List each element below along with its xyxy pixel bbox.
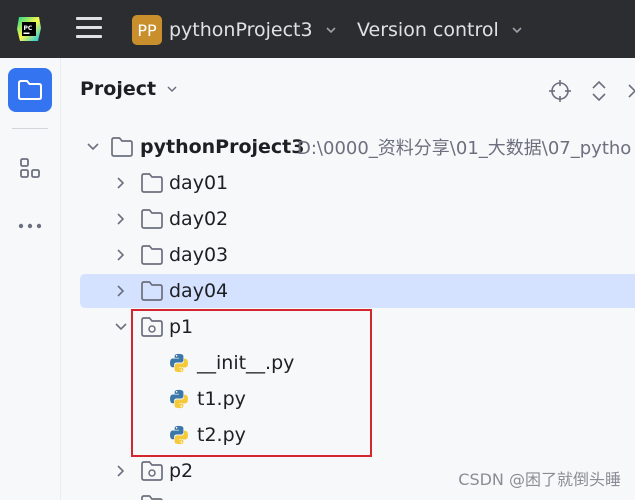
- tree-item-t2-py[interactable]: t2.py: [80, 418, 635, 452]
- tree-item-label: day02: [169, 208, 229, 230]
- folder-icon: [141, 495, 163, 500]
- close-panel-button[interactable]: [622, 78, 635, 104]
- folder-icon: [18, 80, 42, 100]
- package-folder-icon: [141, 317, 163, 337]
- expand-collapse-button[interactable]: [586, 78, 612, 104]
- python-file-icon: [170, 425, 188, 445]
- python-file-icon: [170, 389, 188, 409]
- project-tool-window: Project pythonProject3 D:\0000_资料分享\01_大…: [62, 58, 635, 500]
- chevron-right-icon[interactable]: [114, 284, 128, 298]
- more-tools-button[interactable]: [8, 204, 52, 248]
- tree-item-label: t2.py: [197, 424, 246, 446]
- strip-divider: [12, 128, 48, 129]
- chevron-right-icon[interactable]: [114, 248, 128, 262]
- menu-icon-bar: [76, 17, 102, 20]
- title-bar: PC PP pythonProject3 Version control: [0, 0, 635, 58]
- chevron-down-icon: [325, 27, 336, 34]
- tree-item-day01[interactable]: day01: [80, 166, 635, 200]
- project-switcher[interactable]: PP pythonProject3: [132, 15, 337, 45]
- tree-item-day03[interactable]: day03: [80, 238, 635, 272]
- tree-item-label: day04: [169, 280, 229, 302]
- tree-item-day02[interactable]: day02: [80, 202, 635, 236]
- folder-icon: [141, 281, 163, 301]
- project-name: pythonProject3: [169, 19, 313, 41]
- tree-item-label: t1.py: [197, 388, 246, 410]
- tree-item-partial[interactable]: [80, 490, 635, 500]
- tree-item-label: day01: [169, 172, 229, 194]
- python-file-icon: [170, 353, 188, 373]
- project-badge: PP: [132, 15, 162, 45]
- tool-window-strip: [0, 58, 61, 500]
- expand-collapse-icon: [592, 80, 606, 102]
- project-tool-button[interactable]: [8, 68, 52, 112]
- crosshair-icon: [549, 80, 571, 102]
- chevron-down-icon: [167, 86, 177, 93]
- watermark: CSDN @困了就倒头睡: [458, 470, 621, 489]
- tree-item-label: p2: [169, 460, 194, 482]
- tree-item-label: __init__.py: [197, 352, 295, 374]
- chevron-right-icon[interactable]: [114, 464, 128, 478]
- panel-header: Project: [62, 58, 635, 122]
- version-control-label: Version control: [357, 19, 499, 41]
- package-folder-icon: [141, 461, 163, 481]
- tree-root-row[interactable]: pythonProject3 D:\0000_资料分享\01_大数据\07_py…: [80, 130, 635, 164]
- menu-icon-bar: [76, 26, 102, 29]
- tree-item-p1[interactable]: p1: [80, 310, 635, 344]
- folder-icon: [141, 245, 163, 265]
- pycharm-logo-icon[interactable]: PC: [16, 16, 42, 42]
- folder-icon: [111, 137, 133, 157]
- structure-tool-button[interactable]: [8, 146, 52, 190]
- chevron-right-icon[interactable]: [114, 212, 128, 226]
- main-menu-button[interactable]: [76, 17, 102, 41]
- tree-root-path: D:\0000_资料分享\01_大数据\07_pytho: [297, 138, 632, 159]
- panel-title: Project: [80, 78, 157, 100]
- app-logo-text: PC: [24, 25, 33, 32]
- close-icon: [628, 84, 635, 98]
- structure-icon: [20, 158, 40, 178]
- version-control-menu[interactable]: Version control: [357, 15, 523, 45]
- menu-icon-bar: [76, 35, 102, 38]
- tree-item-label: p1: [169, 316, 194, 338]
- folder-icon: [141, 173, 163, 193]
- locate-file-button[interactable]: [547, 78, 573, 104]
- project-view-dropdown[interactable]: Project: [80, 78, 178, 100]
- tree-item-day04[interactable]: day04: [80, 274, 635, 308]
- tree-item-t1-py[interactable]: t1.py: [80, 382, 635, 416]
- folder-icon: [141, 209, 163, 229]
- tree-root-label: pythonProject3: [140, 136, 305, 158]
- chevron-right-icon[interactable]: [114, 176, 128, 190]
- more-dots-icon: [18, 223, 42, 229]
- chevron-down-icon[interactable]: [114, 320, 128, 334]
- tree-item-label: day03: [169, 244, 229, 266]
- chevron-down-icon: [512, 27, 522, 34]
- tree-item-init-py[interactable]: __init__.py: [80, 346, 635, 380]
- chevron-down-icon[interactable]: [86, 140, 100, 154]
